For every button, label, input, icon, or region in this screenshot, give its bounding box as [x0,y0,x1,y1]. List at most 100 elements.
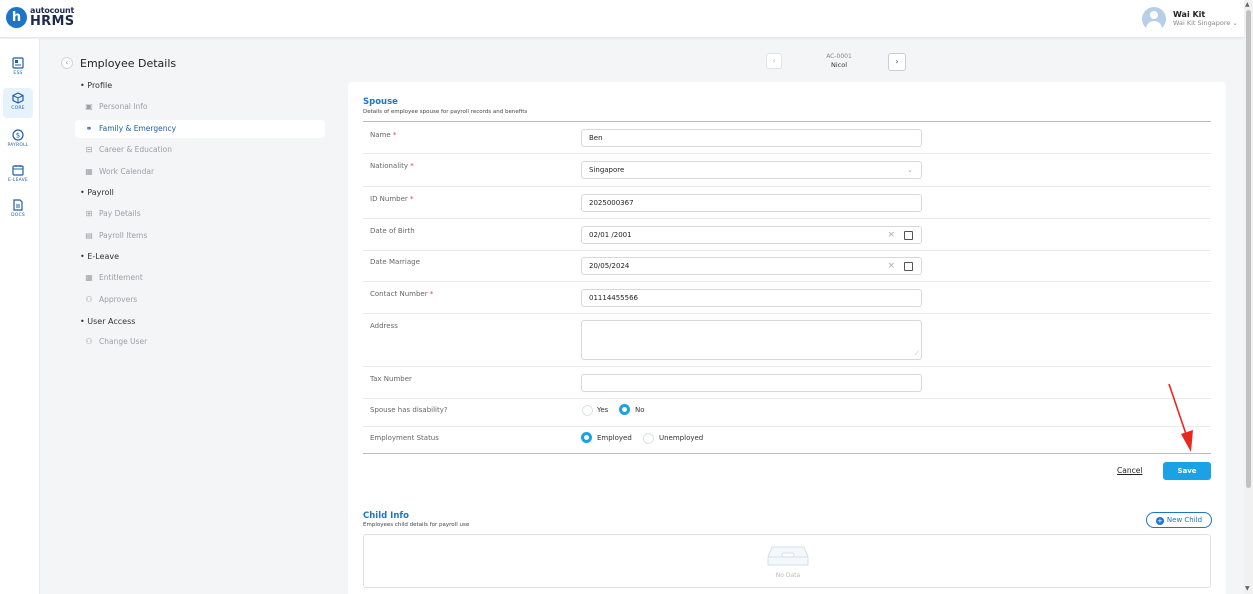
spouse-section-description: Details of employee spouse for payroll r… [363,109,528,115]
rail-label: E-LEAVE [8,178,28,183]
previous-record-button[interactable]: ‹ [766,53,782,69]
tax-number-label: Tax Number [370,375,412,383]
divider [363,453,1211,454]
contact-number-label: Contact Number * [370,290,434,298]
spouse-section-title: Spouse [363,97,398,107]
divider [363,153,1211,154]
nationality-select[interactable]: Singapore ⌄ [581,161,922,179]
new-child-button[interactable]: + New Child [1146,512,1212,528]
spouse-name-field[interactable]: Ben [581,129,922,147]
disability-yes-label[interactable]: Yes [597,406,608,414]
employed-radio[interactable] [581,432,592,443]
nav-group-user-access: • User Access [80,317,136,326]
cancel-button[interactable]: Cancel [1117,466,1142,475]
module-rail: ESS CORE $ PAYROLL E-LEAVE DOCS [0,39,40,594]
divider [363,121,1211,122]
nav-item-label: Personal Info [99,102,148,111]
rail-label: CORE [11,106,25,111]
nav-item-change-user[interactable]: ⚇ Change User [75,333,325,351]
calendar-picker-icon[interactable] [904,262,913,271]
divider [363,366,1211,367]
resize-grip-icon[interactable]: ⟋ [915,350,919,358]
child-section-description: Employees child details for payroll use [363,522,470,528]
divider [363,426,1211,427]
nav-item-personal-info[interactable]: ▣ Personal Info [75,98,325,116]
rail-item-eleave[interactable]: E-LEAVE [3,160,33,190]
company-switcher[interactable]: Wai Kit Singapore ⌄ [1173,19,1238,27]
dob-date-field[interactable]: 02/01 /2001 × [581,226,922,244]
plus-circle-icon: + [1155,517,1164,525]
top-bar: h autocount HRMS Wai Kit Wai Kit Singapo… [0,0,1244,38]
unemployed-radio[interactable] [643,433,654,444]
nav-item-entitlement[interactable]: ▦ Entitlement [75,269,325,287]
nav-item-family-emergency[interactable]: ⚭ Family & Emergency [75,120,325,138]
payroll-items-icon: ▤ [85,231,93,240]
disability-yes-radio[interactable] [582,405,593,416]
employment-status-label: Employment Status [370,434,439,442]
rail-item-docs[interactable]: DOCS [3,195,33,225]
save-button[interactable]: Save [1163,462,1211,480]
nationality-value: Singapore [589,166,625,174]
scroll-down-icon[interactable]: ▼ [1245,585,1250,592]
divider [363,250,1211,251]
address-textarea[interactable]: ⟋ [581,320,922,360]
scroll-up-icon[interactable]: ▲ [1245,1,1250,8]
nav-item-label: Entitlement [99,273,143,282]
contact-number-field[interactable]: 01114455566 [581,289,922,307]
bank-icon: ⊞ [85,209,93,218]
user-avatar-icon[interactable] [1142,7,1166,31]
briefcase-icon: ⊟ [85,145,93,154]
document-icon [12,199,24,211]
calendar-icon: ▦ [85,273,93,282]
rail-item-payroll[interactable]: $ PAYROLL [3,125,33,155]
disability-label: Spouse has disability? [370,406,448,414]
next-record-button[interactable]: › [888,53,906,71]
id-number-label: ID Number * [370,195,414,203]
nav-item-label: Approvers [99,295,138,304]
nav-group-profile: • Profile [80,81,113,90]
divider [363,281,1211,282]
new-child-label: New Child [1166,516,1203,524]
unemployed-label[interactable]: Unemployed [659,434,703,442]
core-cube-icon [12,92,24,104]
disability-no-radio[interactable] [619,404,630,415]
id-number-field[interactable]: 2025000367 [581,194,922,212]
nav-item-career-education[interactable]: ⊟ Career & Education [75,141,325,159]
nav-item-label: Career & Education [99,145,173,154]
nav-group-payroll: • Payroll [80,188,114,197]
clear-icon[interactable]: × [887,258,895,274]
clear-icon[interactable]: × [887,227,895,243]
calendar-picker-icon[interactable] [904,231,913,240]
nav-item-work-calendar[interactable]: ▦ Work Calendar [75,163,325,181]
rail-item-ess[interactable]: ESS [3,53,33,83]
calendar-icon [12,164,24,176]
chevron-down-icon: ⌄ [907,166,913,174]
user-name[interactable]: Wai Kit [1173,10,1205,19]
employed-label[interactable]: Employed [597,434,632,442]
nav-item-pay-details[interactable]: ⊞ Pay Details [75,205,325,223]
marriage-date-field[interactable]: 20/05/2024 × [581,257,922,275]
tax-number-field[interactable] [581,374,922,392]
nav-item-label: Change User [99,337,148,346]
users-icon: ⚇ [85,295,93,304]
marriage-date-value: 20/05/2024 [589,262,630,270]
logo-icon: h [6,7,27,28]
nav-item-approvers[interactable]: ⚇ Approvers [75,291,325,309]
page-title: Employee Details [80,57,177,70]
annotation-arrow-icon [1168,383,1193,452]
dob-value: 02/01 /2001 [589,231,632,239]
back-button[interactable]: ‹ [61,57,73,69]
rail-label: ESS [13,71,23,76]
address-label: Address [370,322,398,330]
nav-item-payroll-items[interactable]: ▤ Payroll Items [75,227,325,245]
child-section-title: Child Info [363,511,409,521]
nationality-label: Nationality * [370,162,414,170]
disability-no-label[interactable]: No [635,406,645,414]
rail-item-core[interactable]: CORE [3,88,33,118]
employee-name: Nicol [830,61,848,69]
family-icon: ⚭ [85,124,93,133]
nav-group-eleave: • E-Leave [80,252,119,261]
marriage-date-label: Date Marriage [370,258,420,266]
scrollbar-thumb[interactable] [1246,10,1251,488]
empty-state-text: No Data [775,572,801,579]
